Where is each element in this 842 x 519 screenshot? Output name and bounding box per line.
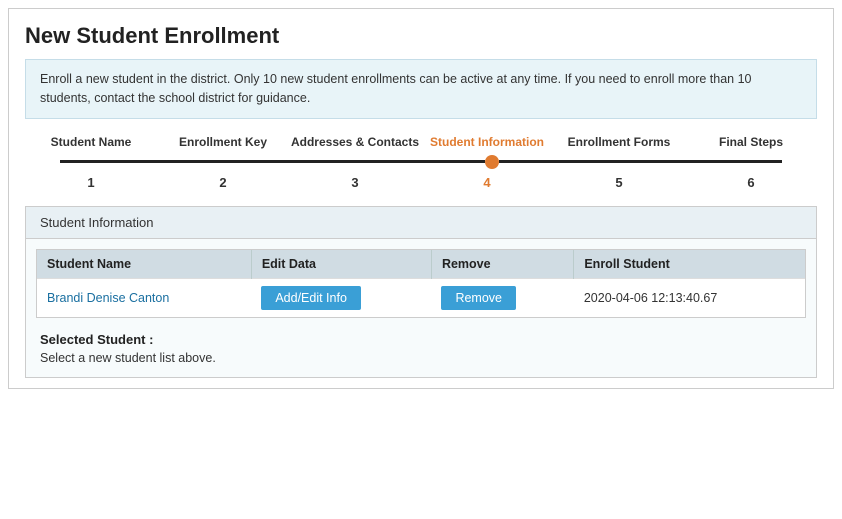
student-table-container: Student Name Edit Data Remove Enroll Stu… (36, 249, 806, 318)
page-title: New Student Enrollment (9, 9, 833, 59)
col-remove: Remove (431, 250, 573, 279)
track-seg-1 (60, 160, 202, 163)
step-label-2: Enrollment Key (157, 135, 289, 149)
section-header: Student Information (26, 207, 816, 239)
selected-section: Selected Student : Select a new student … (26, 324, 816, 367)
step-numbers-row: 1 2 3 4 5 6 (25, 171, 817, 200)
step-number-3: 3 (289, 175, 421, 190)
step-number-4: 4 (421, 175, 553, 190)
remove-button[interactable]: Remove (441, 286, 516, 310)
steps-section: Student Name Enrollment Key Addresses & … (9, 129, 833, 200)
step-label-3: Addresses & Contacts (289, 135, 421, 149)
student-table: Student Name Edit Data Remove Enroll Stu… (37, 250, 805, 317)
track-seg-3 (343, 160, 485, 163)
step-number-1: 1 (25, 175, 157, 190)
step-number-2: 2 (157, 175, 289, 190)
selected-student-hint: Select a new student list above. (40, 351, 802, 365)
active-step-dot (485, 155, 499, 169)
step-label-6: Final Steps (685, 135, 817, 149)
track-seg-5 (640, 160, 782, 163)
step-track (25, 153, 817, 171)
edit-data-cell: Add/Edit Info (251, 278, 431, 317)
col-enroll-student: Enroll Student (574, 250, 805, 279)
student-name-link[interactable]: Brandi Denise Canton (47, 291, 169, 305)
enroll-date-cell: 2020-04-06 12:13:40.67 (574, 278, 805, 317)
remove-cell: Remove (431, 278, 573, 317)
step-number-6: 6 (685, 175, 817, 190)
step-label-4: Student Information (421, 135, 553, 149)
table-header-row: Student Name Edit Data Remove Enroll Stu… (37, 250, 805, 279)
table-row: Brandi Denise Canton Add/Edit Info Remov… (37, 278, 805, 317)
track-seg-4 (499, 160, 641, 163)
step-label-5: Enrollment Forms (553, 135, 685, 149)
add-edit-info-button[interactable]: Add/Edit Info (261, 286, 361, 310)
track-seg-2 (202, 160, 344, 163)
col-student-name: Student Name (37, 250, 251, 279)
selected-student-label: Selected Student : (40, 332, 802, 347)
info-banner: Enroll a new student in the district. On… (25, 59, 817, 119)
col-edit-data: Edit Data (251, 250, 431, 279)
step-labels-row: Student Name Enrollment Key Addresses & … (25, 135, 817, 153)
step-label-1: Student Name (25, 135, 157, 149)
step-number-5: 5 (553, 175, 685, 190)
student-name-cell: Brandi Denise Canton (37, 278, 251, 317)
content-area: Student Information Student Name Edit Da… (25, 206, 817, 378)
